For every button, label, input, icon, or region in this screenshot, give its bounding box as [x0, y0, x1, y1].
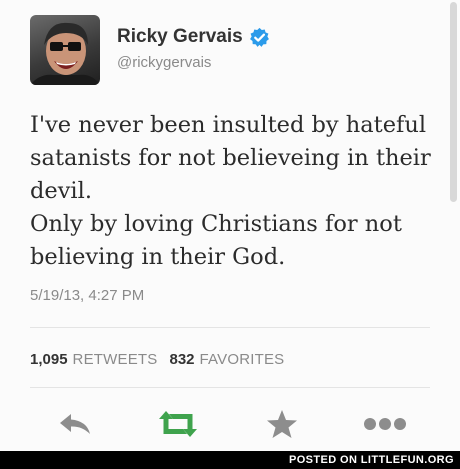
favorite-button[interactable]	[260, 402, 304, 446]
retweets-label[interactable]: RETWEETS	[73, 351, 158, 368]
tweet-timestamp[interactable]: 5/19/13, 4:27 PM	[30, 287, 144, 304]
retweets-count[interactable]: 1,095	[30, 351, 68, 368]
favorites-label[interactable]: FAVORITES	[200, 351, 285, 368]
display-name[interactable]: Ricky Gervais	[117, 26, 270, 48]
watermark: POSTED ON LITTLEFUN.ORG	[0, 451, 460, 469]
tweet-actions	[30, 402, 430, 446]
scrollbar[interactable]	[450, 2, 457, 202]
retweet-icon	[159, 411, 197, 437]
divider	[30, 387, 430, 388]
tweet-line: devil.	[30, 178, 92, 204]
avatar[interactable]	[30, 15, 100, 85]
tweet-card: Ricky Gervais @rickygervais I've never b…	[0, 0, 460, 469]
profile-photo-icon	[30, 22, 100, 85]
display-name-text: Ricky Gervais	[117, 26, 243, 47]
tweet-text: I've never been insulted by hateful sata…	[30, 109, 440, 274]
favorite-star-icon	[267, 410, 297, 438]
verified-badge-icon	[249, 27, 269, 47]
tweet-stats: 1,095 RETWEETS 832 FAVORITES	[30, 351, 296, 368]
divider	[30, 327, 430, 328]
tweet-line: Only by loving Christians for not	[30, 211, 402, 237]
more-dots-icon	[364, 418, 406, 430]
more-button[interactable]	[363, 402, 407, 446]
reply-button[interactable]	[53, 402, 97, 446]
tweet-line: satanists for not believeing in their	[30, 145, 431, 171]
user-handle[interactable]: @rickygervais	[117, 54, 211, 71]
tweet-line: I've never been insulted by hateful	[30, 112, 427, 138]
tweet-line: believing in their God.	[30, 244, 286, 270]
reply-icon	[60, 414, 90, 434]
watermark-text: POSTED ON LITTLEFUN.ORG	[288, 454, 454, 466]
favorites-count[interactable]: 832	[169, 351, 194, 368]
retweet-button[interactable]	[156, 402, 200, 446]
